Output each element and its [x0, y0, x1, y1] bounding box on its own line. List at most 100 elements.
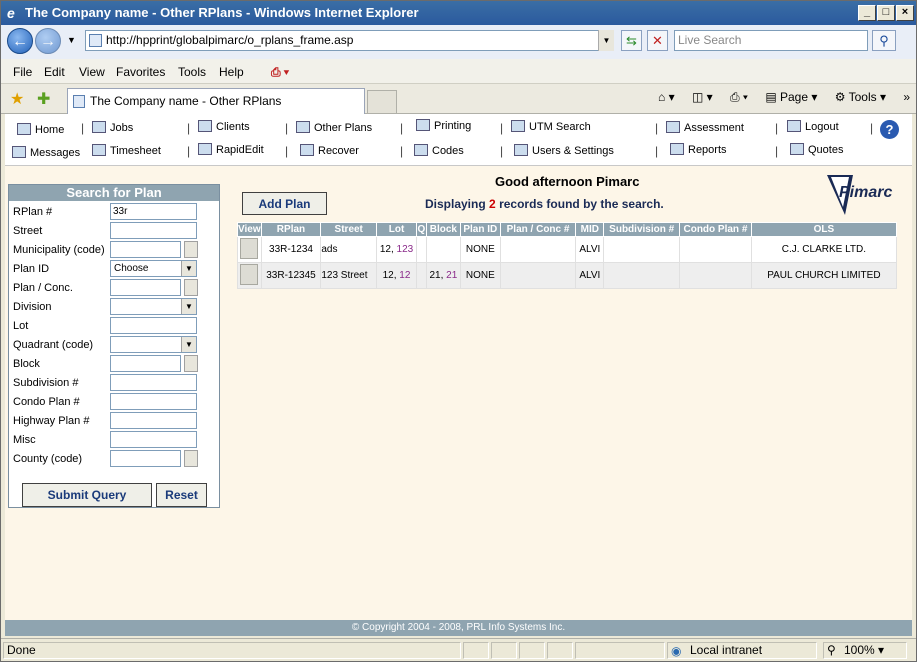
search-go-icon[interactable]: ⚲ [872, 30, 896, 51]
home-icon[interactable]: ⌂ ▾ [658, 90, 675, 104]
reports-icon [670, 143, 684, 155]
view-button[interactable] [240, 263, 259, 285]
menu-view[interactable]: View [79, 65, 105, 79]
print-icon[interactable]: ⎙ ▾ [730, 90, 748, 104]
nav-jobs[interactable]: Jobs [92, 121, 133, 134]
table-cell: C.J. CLARKE LTD. [750, 236, 898, 263]
add-favorites-icon[interactable]: ✚ [37, 89, 50, 109]
history-dropdown-icon[interactable]: ▼ [67, 35, 76, 45]
nav-recover[interactable]: Recover [300, 144, 359, 157]
nav-quotes[interactable]: Quotes [790, 143, 843, 156]
county-lookup-button[interactable] [184, 450, 198, 467]
close-button[interactable]: × [896, 5, 914, 21]
block-lookup-button[interactable] [184, 355, 198, 372]
misc-input[interactable] [110, 431, 197, 448]
table-cell: 21, 21 [425, 262, 461, 289]
new-tab-button[interactable] [367, 90, 397, 114]
subdivision-input[interactable] [110, 374, 197, 391]
plan-conc-input[interactable] [110, 279, 181, 296]
tab-current[interactable]: The Company name - Other RPlans [67, 88, 365, 114]
condo-plan-input[interactable] [110, 393, 197, 410]
menu-tools[interactable]: Tools [178, 65, 206, 79]
users-icon [514, 144, 528, 156]
table-cell: ads [320, 236, 378, 263]
nav-separator: | [187, 121, 191, 135]
favorites-star-icon[interactable]: ★ [10, 89, 24, 109]
help-icon[interactable]: ? [880, 120, 899, 139]
table-cell [679, 262, 752, 289]
submit-query-button[interactable]: Submit Query [22, 483, 152, 507]
plan-conc-lookup-button[interactable] [184, 279, 198, 296]
results-summary: Displaying 2 records found by the search… [425, 197, 664, 211]
subdivision-label: Subdivision # [13, 377, 79, 389]
tab-row: ★ ✚ The Company name - Other RPlans ⌂ ▾ … [1, 84, 916, 114]
nav-home[interactable]: Home [17, 123, 64, 136]
table-cell: ALVI [575, 236, 605, 263]
table-cell: 33R-1234 [260, 236, 322, 263]
table-cell [603, 262, 681, 289]
stop-icon[interactable]: ✕ [647, 30, 668, 51]
column-header: RPlan [260, 222, 322, 237]
page-menu[interactable]: ▤ Page ▾ [765, 90, 817, 104]
nav-assessment[interactable]: Assessment [666, 121, 744, 134]
address-dropdown-icon[interactable]: ▼ [598, 30, 614, 51]
tools-menu[interactable]: ⚙ Tools ▾ [835, 90, 886, 104]
menu-edit[interactable]: Edit [44, 65, 65, 79]
other-plans-icon [296, 121, 310, 133]
command-bar: ⌂ ▾ ◫ ▾ ⎙ ▾ ▤ Page ▾ ⚙ Tools ▾ » [644, 90, 910, 105]
table-cell: 12, 12 [376, 262, 417, 289]
nav-reports[interactable]: Reports [670, 143, 727, 156]
table-row: 33R-12345 123 Street 12, 12 21, 21 NONE ALVI P… [237, 262, 898, 289]
column-header: View [237, 222, 262, 237]
municipality-input[interactable] [110, 241, 181, 258]
column-header: Street [320, 222, 378, 237]
forward-arrow-icon[interactable]: → [35, 28, 61, 54]
plan-conc-label: Plan / Conc. [13, 282, 73, 294]
nav-codes[interactable]: Codes [414, 144, 464, 157]
chevron-right-icon[interactable]: » [903, 90, 910, 104]
nav-printing[interactable]: Printing [416, 119, 471, 132]
nav-timesheet[interactable]: Timesheet [92, 144, 161, 157]
nav-logout[interactable]: Logout [787, 120, 839, 133]
pdf-icon[interactable]: ⎙ ▾ [271, 65, 289, 80]
maximize-button[interactable]: □ [877, 5, 895, 21]
municipality-lookup-button[interactable] [184, 241, 198, 258]
nav-clients[interactable]: Clients [198, 120, 250, 133]
table-cell [603, 236, 681, 263]
nav-separator: | [655, 121, 659, 135]
add-plan-button[interactable]: Add Plan [242, 192, 327, 215]
block-label: Block [13, 358, 40, 370]
timesheet-icon [92, 144, 106, 156]
menu-help[interactable]: Help [219, 65, 244, 79]
menu-file[interactable]: File [13, 65, 32, 79]
plan-id-select[interactable]: Choose ▼ [110, 260, 197, 277]
menu-favorites[interactable]: Favorites [116, 65, 165, 79]
address-bar[interactable]: http://hpprint/globalpimarc/o_rplans_fra… [85, 30, 614, 51]
nav-other-plans[interactable]: Other Plans [296, 121, 372, 134]
street-input[interactable] [110, 222, 197, 239]
nav-messages[interactable]: Messages [12, 146, 80, 159]
block-input[interactable] [110, 355, 181, 372]
search-input[interactable]: Live Search [674, 30, 868, 51]
highway-plan-input[interactable] [110, 412, 197, 429]
feeds-icon[interactable]: ◫ ▾ [692, 90, 713, 104]
county-input[interactable] [110, 450, 181, 467]
view-button[interactable] [240, 237, 259, 259]
back-arrow-icon[interactable]: ← [7, 28, 33, 54]
plan-id-label: Plan ID [13, 263, 50, 275]
column-header: Lot [376, 222, 417, 237]
quadrant-select[interactable]: ▼ [110, 336, 197, 353]
nav-rapidedit[interactable]: RapidEdit [198, 143, 264, 156]
zoom-control[interactable]: ⚲ 100% ▾ [823, 642, 907, 659]
nav-utm-search[interactable]: UTM Search [511, 120, 591, 133]
results-table: View RPlan Street Lot Q Block Plan ID Plan / Co… [237, 222, 898, 289]
zone-indicator[interactable]: ◉ Local intranet [667, 642, 817, 659]
nav-users-settings[interactable]: Users & Settings [514, 144, 614, 157]
page-icon [89, 34, 102, 47]
reset-button[interactable]: Reset [156, 483, 207, 507]
minimize-button[interactable]: _ [858, 5, 876, 21]
refresh-icon[interactable]: ⇆ [621, 30, 642, 51]
rplan-input[interactable]: 33r [110, 203, 197, 220]
lot-input[interactable] [110, 317, 197, 334]
division-select[interactable]: ▼ [110, 298, 197, 315]
